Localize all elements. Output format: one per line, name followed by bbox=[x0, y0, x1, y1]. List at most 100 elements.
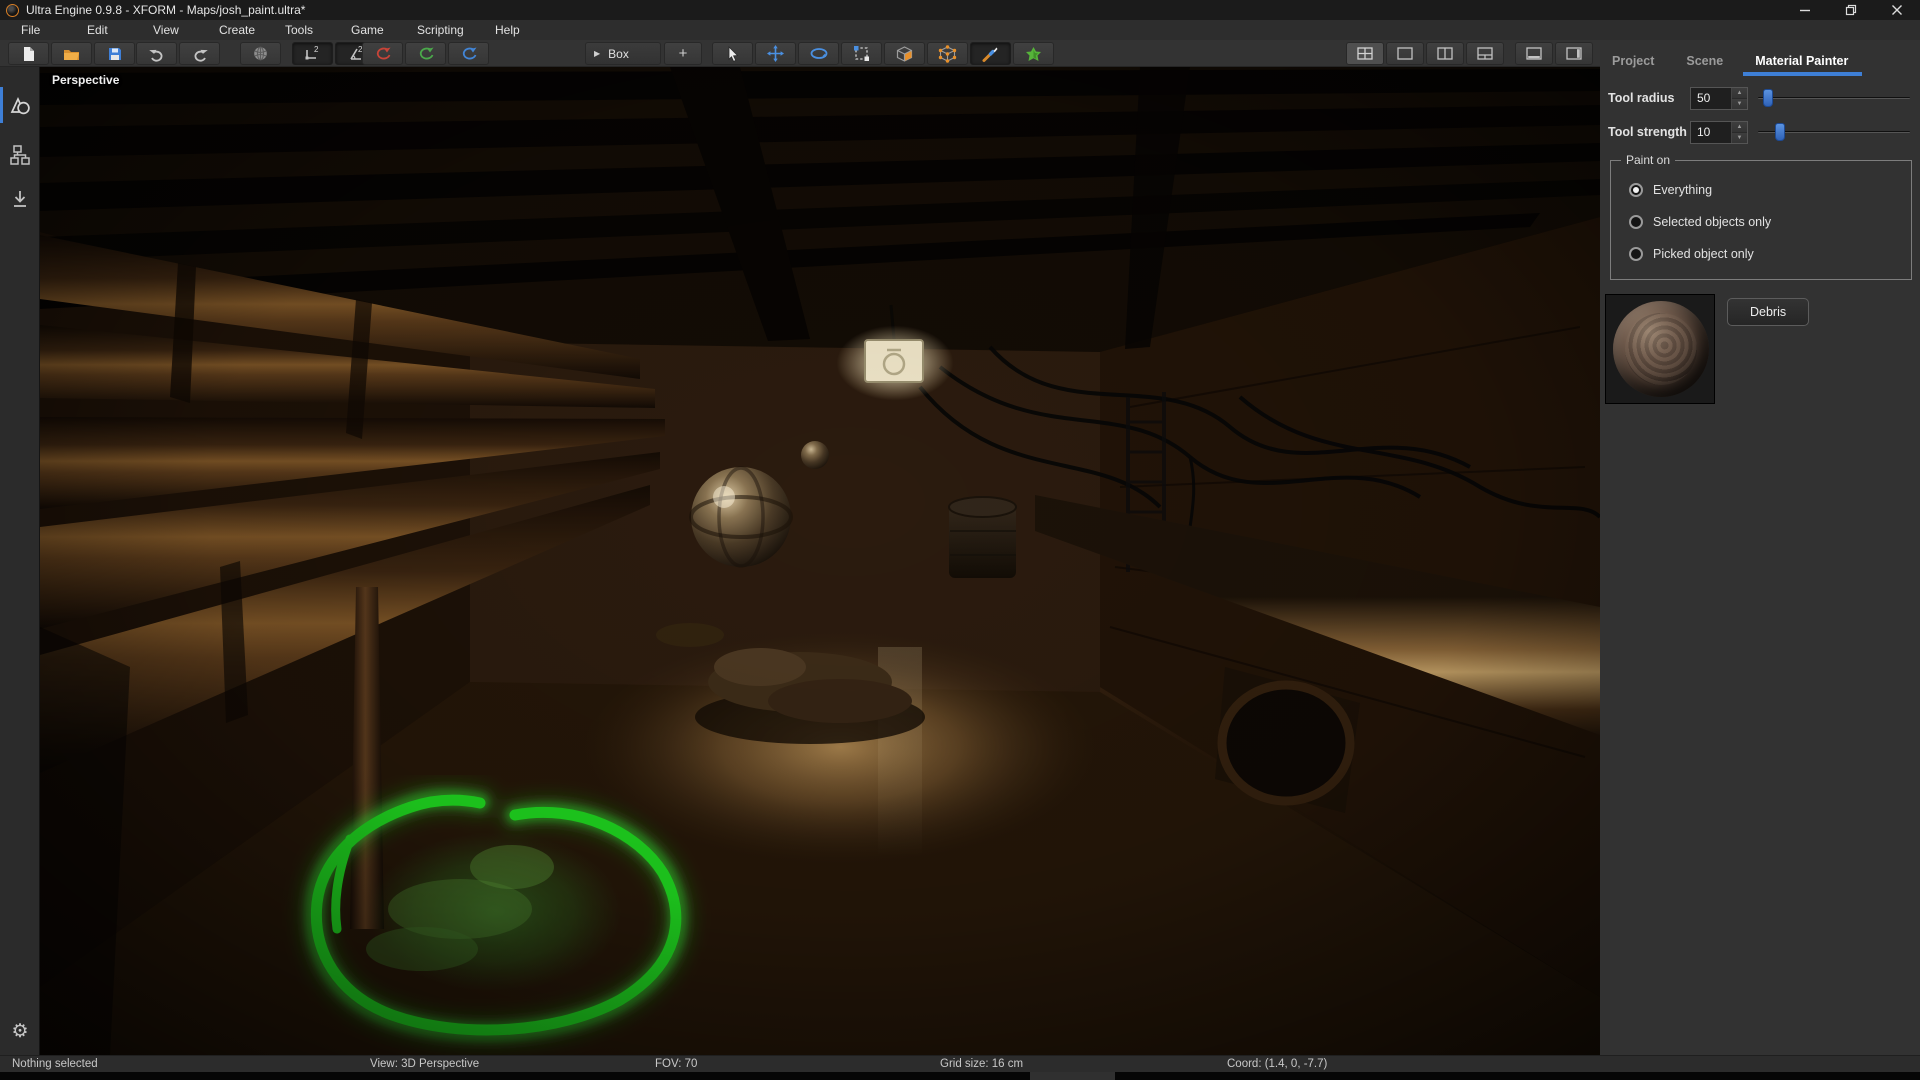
apply-material-button[interactable] bbox=[1013, 42, 1054, 65]
environment-button[interactable] bbox=[240, 42, 281, 65]
scene-vignette bbox=[40, 67, 1600, 1055]
vertex-select-button[interactable] bbox=[927, 42, 968, 65]
redo-button[interactable] bbox=[179, 42, 220, 65]
sidebar-item-objects[interactable] bbox=[0, 85, 40, 125]
sidebar-item-settings[interactable]: ⚙ bbox=[0, 1011, 40, 1051]
status-coord: Coord: (1.4, 0, -7.7) bbox=[1227, 1058, 1327, 1070]
app-logo-icon bbox=[6, 4, 19, 17]
bottom-panel-icon bbox=[1526, 47, 1542, 60]
tool-radius-row: Tool radius ▲ ▼ bbox=[1608, 86, 1912, 110]
select-tool-button[interactable] bbox=[712, 42, 753, 65]
tool-strength-spin-up[interactable]: ▲ bbox=[1732, 122, 1747, 132]
tool-strength-spinbox: ▲ ▼ bbox=[1690, 121, 1748, 144]
select-cursor-icon bbox=[726, 46, 740, 62]
scale-tool-button[interactable] bbox=[841, 42, 882, 65]
menu-tools[interactable]: Tools bbox=[278, 21, 330, 39]
tool-strength-slider-handle[interactable] bbox=[1775, 123, 1785, 141]
menu-create[interactable]: Create bbox=[212, 21, 264, 39]
menu-help[interactable]: Help bbox=[488, 21, 540, 39]
scale-tool-icon bbox=[854, 46, 869, 61]
tool-radius-input[interactable] bbox=[1691, 88, 1731, 109]
paint-on-everything[interactable]: Everything bbox=[1629, 183, 1911, 197]
material-debris-button[interactable]: Debris bbox=[1727, 298, 1809, 326]
radio-everything[interactable] bbox=[1629, 183, 1643, 197]
toggle-right-panel-button[interactable] bbox=[1555, 42, 1593, 65]
undo-button[interactable] bbox=[136, 42, 177, 65]
paint-brush-icon bbox=[982, 46, 999, 62]
radio-picked-object[interactable] bbox=[1629, 247, 1643, 261]
download-icon bbox=[10, 189, 30, 209]
rotate-z-button[interactable] bbox=[448, 42, 489, 65]
material-row: Debris bbox=[1605, 294, 1912, 404]
grid-snap-toggle[interactable]: 2 bbox=[292, 42, 333, 65]
layout-single-icon bbox=[1397, 47, 1413, 60]
primitive-dropdown[interactable]: ▶ Box bbox=[585, 42, 661, 65]
sidebar-item-hierarchy[interactable] bbox=[0, 135, 40, 175]
gear-icon: ⚙ bbox=[11, 1020, 28, 1043]
layout-vsplit-button[interactable] bbox=[1426, 42, 1464, 65]
add-primitive-button[interactable]: + bbox=[664, 42, 702, 65]
tab-project[interactable]: Project bbox=[1612, 54, 1654, 76]
tool-strength-input[interactable] bbox=[1691, 122, 1731, 143]
rotate-tool-icon bbox=[810, 47, 828, 60]
status-fov: FOV: 70 bbox=[655, 1058, 697, 1070]
paint-on-picked[interactable]: Picked object only bbox=[1629, 247, 1911, 261]
shapes-icon bbox=[8, 93, 32, 117]
tool-strength-slider[interactable] bbox=[1758, 123, 1912, 141]
menu-game[interactable]: Game bbox=[344, 21, 396, 39]
bottom-edge bbox=[0, 1072, 1920, 1080]
restore-icon bbox=[1845, 4, 1857, 16]
sidebar-item-import[interactable] bbox=[0, 179, 40, 219]
statusbar: Nothing selected View: 3D Perspective FO… bbox=[0, 1055, 1920, 1072]
new-file-icon bbox=[21, 46, 36, 62]
hierarchy-icon bbox=[9, 144, 31, 166]
window-title: Ultra Engine 0.9.8 - XFORM - Maps/josh_p… bbox=[26, 3, 305, 17]
rotate-y-button[interactable] bbox=[405, 42, 446, 65]
left-sidebar: ⚙ bbox=[0, 67, 40, 1055]
menu-edit[interactable]: Edit bbox=[80, 21, 132, 39]
tab-scene[interactable]: Scene bbox=[1686, 54, 1723, 76]
menu-file[interactable]: File bbox=[14, 21, 66, 39]
paint-on-selected[interactable]: Selected objects only bbox=[1629, 215, 1911, 229]
save-floppy-icon bbox=[108, 47, 122, 61]
rotate-x-button[interactable] bbox=[362, 42, 403, 65]
face-select-button[interactable] bbox=[884, 42, 925, 65]
restore-button[interactable] bbox=[1828, 0, 1874, 20]
material-paint-tool-button[interactable] bbox=[970, 42, 1011, 65]
menu-scripting[interactable]: Scripting bbox=[410, 21, 474, 39]
right-panel: Project Scene Material Painter Tool radi… bbox=[1600, 40, 1920, 1080]
radio-selected-objects[interactable] bbox=[1629, 215, 1643, 229]
move-tool-button[interactable] bbox=[755, 42, 796, 65]
layout-hsplit-button[interactable] bbox=[1466, 42, 1504, 65]
material-thumbnail[interactable] bbox=[1605, 294, 1715, 404]
tool-strength-spin-down[interactable]: ▼ bbox=[1732, 132, 1747, 143]
layout-single-button[interactable] bbox=[1386, 42, 1424, 65]
tool-radius-spin-down[interactable]: ▼ bbox=[1732, 98, 1747, 109]
paint-on-label: Paint on bbox=[1621, 153, 1675, 167]
radio-picked-object-label: Picked object only bbox=[1653, 247, 1754, 261]
paint-on-group: Paint on Everything Selected objects onl… bbox=[1610, 160, 1912, 280]
close-button[interactable] bbox=[1874, 0, 1920, 20]
toggle-bottom-panel-button[interactable] bbox=[1515, 42, 1553, 65]
plus-icon: + bbox=[679, 45, 688, 62]
tab-material-painter[interactable]: Material Painter bbox=[1755, 54, 1848, 76]
minimize-button[interactable] bbox=[1782, 0, 1828, 20]
tool-radius-spin-up[interactable]: ▲ bbox=[1732, 88, 1747, 98]
open-file-button[interactable] bbox=[51, 42, 92, 65]
face-select-cube-icon bbox=[896, 46, 913, 62]
tool-radius-spinbox: ▲ ▼ bbox=[1690, 87, 1748, 110]
new-file-button[interactable] bbox=[8, 42, 49, 65]
vertex-select-cube-icon bbox=[939, 46, 956, 62]
viewport-3d[interactable]: Perspective bbox=[40, 67, 1600, 1055]
dropdown-play-icon: ▶ bbox=[594, 49, 600, 58]
viewport-label: Perspective bbox=[52, 73, 119, 87]
scene-render bbox=[40, 67, 1600, 1055]
menu-view[interactable]: View bbox=[146, 21, 198, 39]
status-grid-size: Grid size: 16 cm bbox=[940, 1058, 1023, 1070]
tool-radius-slider-handle[interactable] bbox=[1763, 89, 1773, 107]
save-button[interactable] bbox=[94, 42, 135, 65]
rotate-y-icon bbox=[418, 46, 434, 61]
rotate-tool-button[interactable] bbox=[798, 42, 839, 65]
tool-radius-slider[interactable] bbox=[1758, 89, 1912, 107]
layout-quad-button[interactable] bbox=[1346, 42, 1384, 65]
